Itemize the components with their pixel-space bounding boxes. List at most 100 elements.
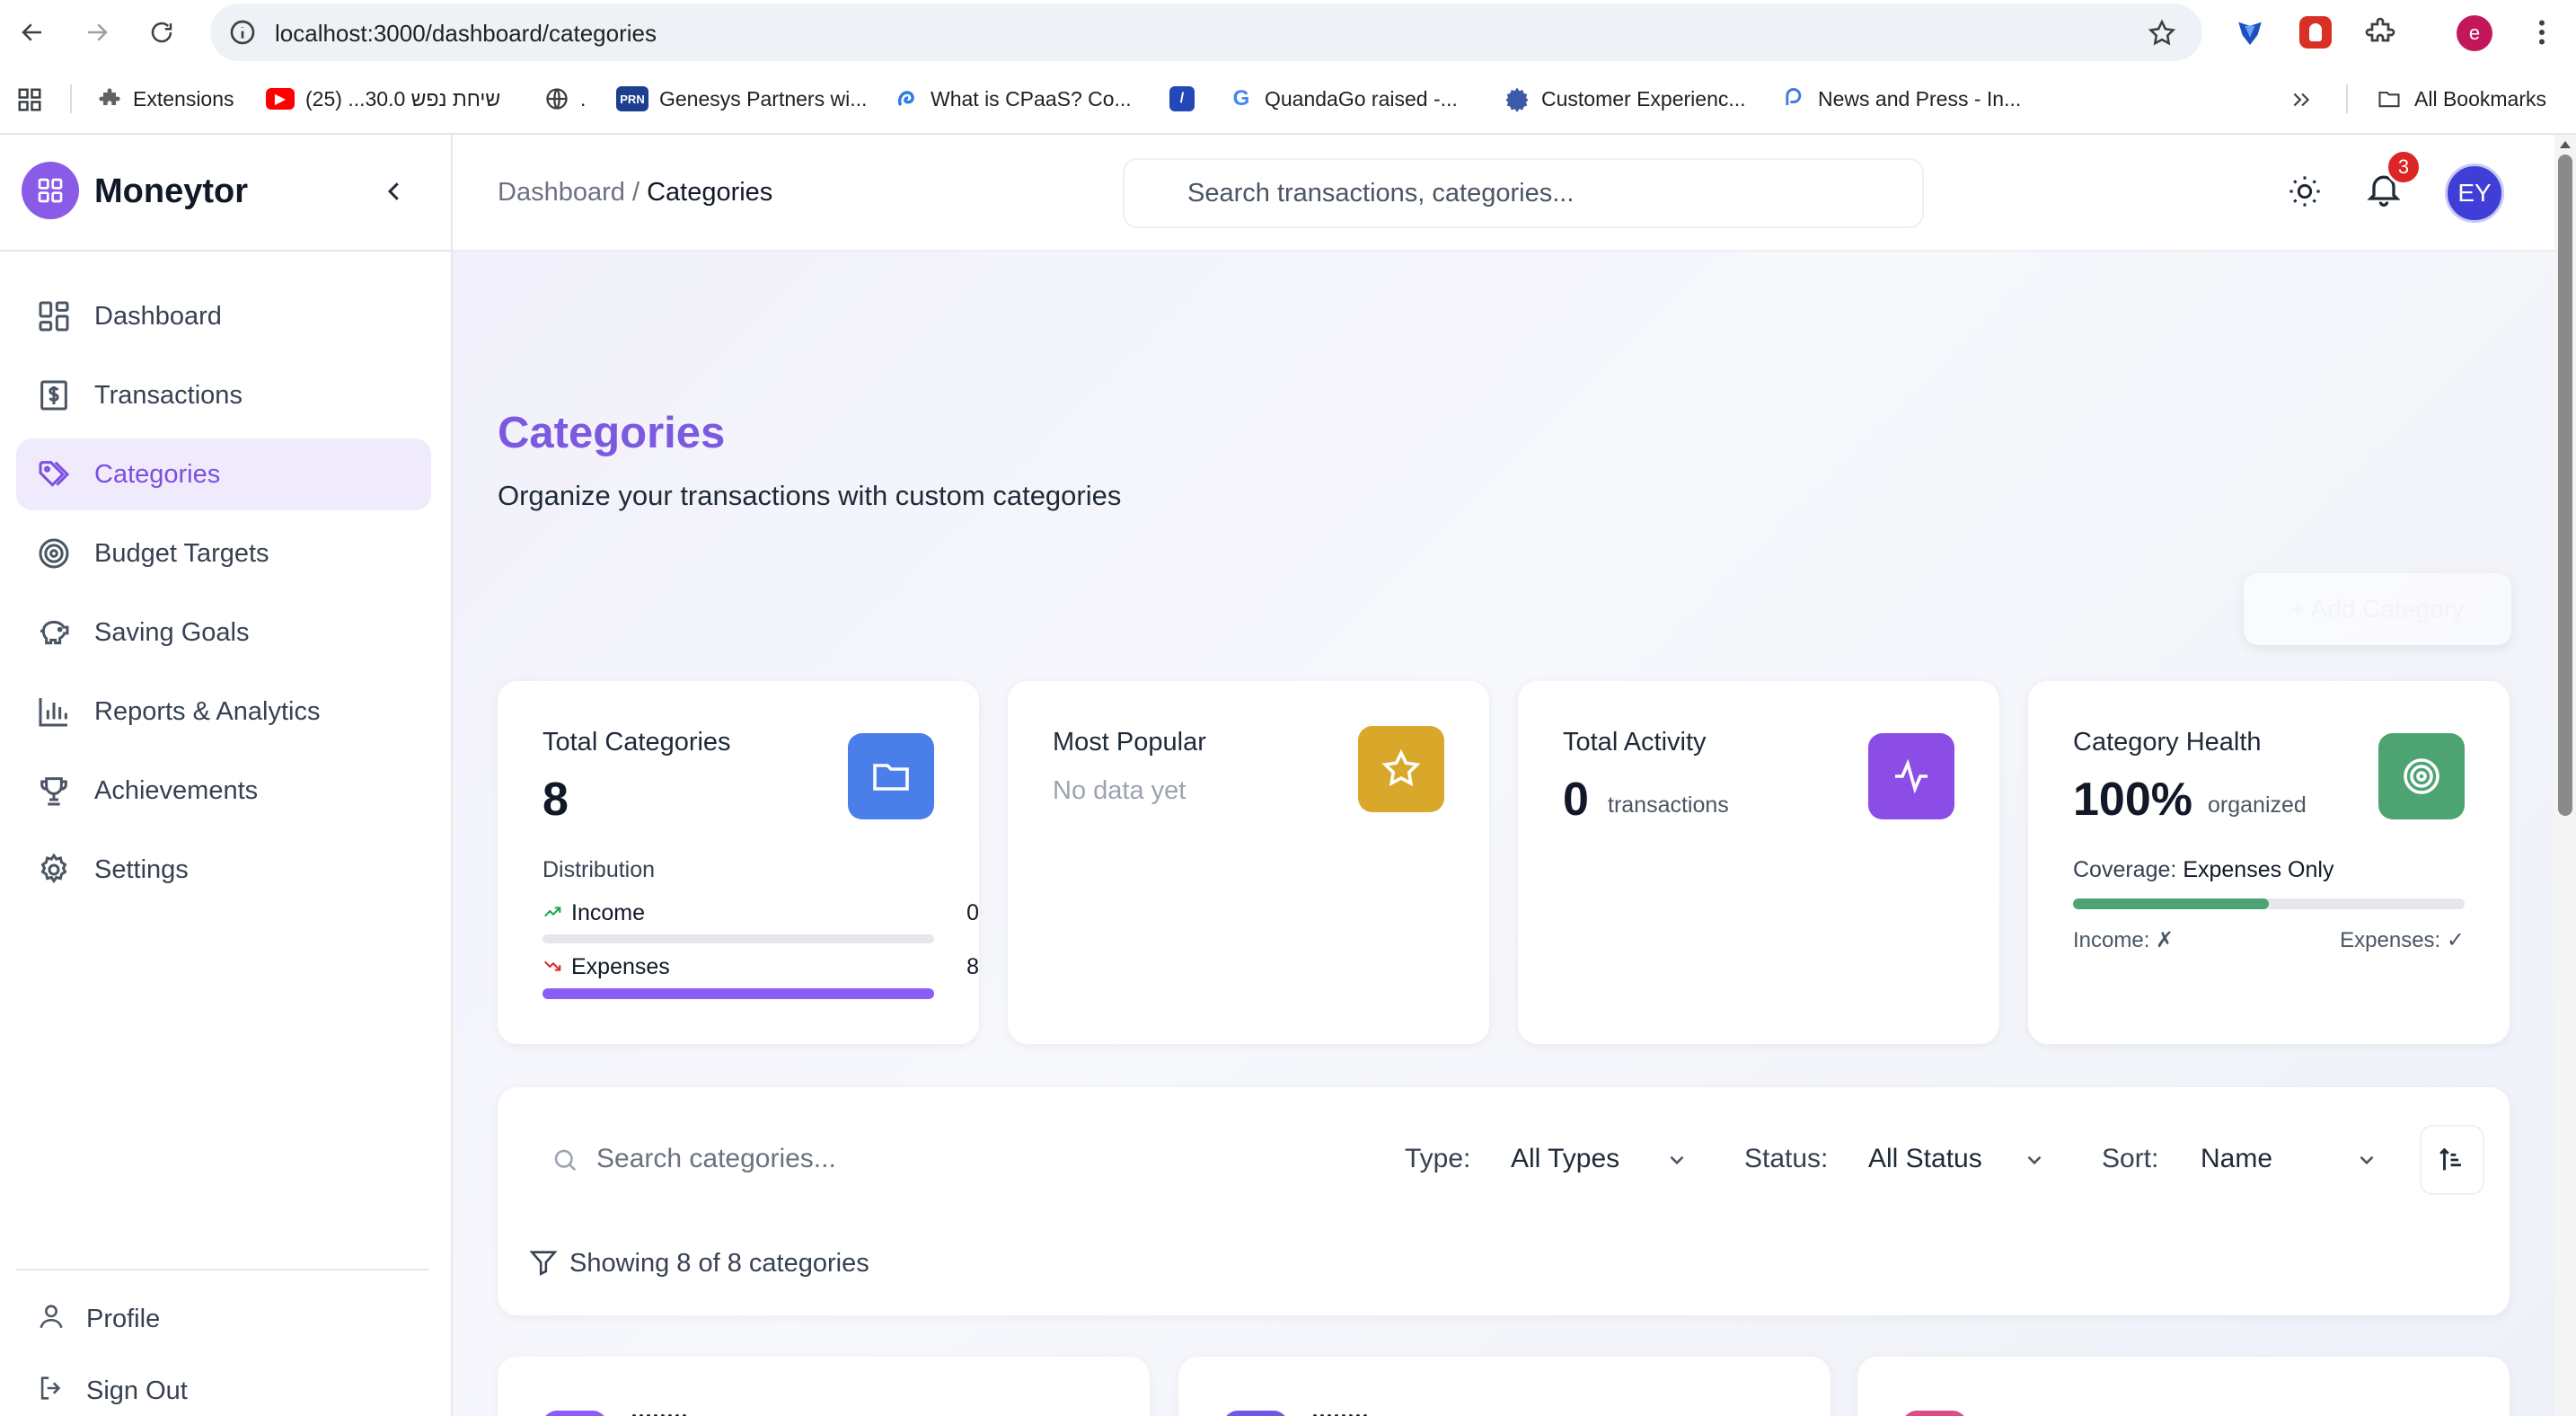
- bookmark-youtube[interactable]: ▶ שיחת נפש 30.0... (25): [266, 75, 500, 122]
- add-category-button[interactable]: + Add Category: [2244, 573, 2511, 645]
- category-card[interactable]: [1857, 1357, 2510, 1416]
- stat-title: Category Health: [2073, 728, 2262, 757]
- page-scrollbar[interactable]: [2554, 135, 2576, 1416]
- category-search-placeholder: Search categories...: [596, 1144, 836, 1173]
- sidebar-item-categories[interactable]: Categories: [16, 438, 431, 510]
- sort-value: Name: [2201, 1144, 2273, 1173]
- type-filter-select[interactable]: All Types: [1487, 1123, 1712, 1197]
- category-search-input[interactable]: Search categories...: [530, 1123, 1378, 1197]
- bookmarks-bar: Extensions ▶ שיחת נפש 30.0... (25) . PRN…: [0, 75, 2576, 122]
- sort-ascending-icon: [2439, 1147, 2461, 1171]
- category-card[interactable]: [1178, 1357, 1831, 1416]
- sidebar-item-saving-goals[interactable]: Saving Goals: [16, 597, 431, 668]
- scroll-up-icon[interactable]: [2559, 140, 2572, 149]
- sidebar-item-transactions[interactable]: Transactions: [16, 359, 431, 431]
- income-status: Income: ✗: [2073, 928, 2175, 952]
- apps-grid-icon[interactable]: [16, 86, 43, 113]
- bookmark-quandago[interactable]: G QuandaGo raised -...: [1229, 75, 1458, 122]
- page-subtitle: Organize your transactions with custom c…: [498, 480, 1122, 511]
- sidebar-item-settings[interactable]: Settings: [16, 834, 431, 906]
- theme-toggle-icon[interactable]: [2287, 173, 2323, 209]
- status-filter-label: Status:: [1744, 1144, 1829, 1173]
- chevron-down-icon: [2027, 1155, 2042, 1165]
- collapse-sidebar-icon[interactable]: [381, 178, 408, 205]
- sidebar-item-label: Dashboard: [94, 302, 222, 331]
- bookmark-extensions[interactable]: Extensions: [97, 75, 234, 122]
- income-count: 0: [966, 900, 979, 925]
- sidebar-divider: [16, 1269, 429, 1270]
- bookmark-blue-square[interactable]: /: [1169, 75, 1195, 122]
- extensions-puzzle-icon[interactable]: [2364, 16, 2396, 49]
- sort-direction-button[interactable]: [2420, 1125, 2484, 1195]
- global-search-input[interactable]: Search transactions, categories...: [1123, 158, 1924, 228]
- url-text[interactable]: localhost:3000/dashboard/categories: [275, 20, 657, 48]
- bookmark-label: Genesys Partners wi...: [659, 86, 868, 111]
- notifications-button[interactable]: 3: [2364, 149, 2422, 214]
- app-logo: [22, 162, 79, 219]
- swirl-icon: [897, 91, 914, 107]
- breadcrumb-separator: /: [631, 178, 640, 207]
- filter-icon: [529, 1251, 558, 1276]
- sidebar-item-reports-analytics[interactable]: Reports & Analytics: [16, 676, 431, 748]
- star-icon-tile: [1358, 726, 1444, 812]
- app-name: Moneytor: [94, 173, 248, 210]
- page-title: Categories: [498, 409, 726, 457]
- status-filter-select[interactable]: All Status: [1845, 1123, 2069, 1197]
- sidebar-item-achievements[interactable]: Achievements: [16, 755, 431, 827]
- sort-select[interactable]: Name: [2177, 1123, 2402, 1197]
- distribution-label: Distribution: [543, 857, 656, 882]
- bookmarks-divider: [2346, 84, 2348, 113]
- scrollbar-thumb[interactable]: [2558, 155, 2572, 816]
- extension-shield-icon[interactable]: [2235, 16, 2265, 49]
- stat-unit: transactions: [1608, 792, 1729, 818]
- trending-down-icon: [544, 960, 561, 971]
- bookmark-globe[interactable]: .: [544, 75, 586, 122]
- bar-chart-icon: [39, 698, 67, 727]
- category-icon-tile: [543, 1411, 607, 1416]
- bookmark-genesys[interactable]: PRN Genesys Partners wi...: [616, 75, 867, 122]
- globe-icon: [546, 88, 568, 110]
- back-button[interactable]: [13, 13, 52, 52]
- bookmark-label: News and Press - In...: [1818, 86, 2022, 111]
- bookmark-cpaas[interactable]: What is CPaaS? Co...: [895, 75, 1132, 122]
- sidebar-item-label: Settings: [94, 855, 189, 884]
- extension-adblock-icon[interactable]: [2299, 16, 2332, 49]
- logo-grid-icon: [38, 178, 63, 203]
- profile-link[interactable]: Profile: [16, 1287, 431, 1350]
- star-icon: [1381, 748, 1421, 787]
- bookmark-customer-experience[interactable]: Customer Experienc...: [1504, 75, 1746, 122]
- main-content: Dashboard / Categories Search transactio…: [453, 135, 2554, 1416]
- stat-card-most-popular: Most Popular No data yet: [1008, 681, 1489, 1044]
- more-bookmarks-icon[interactable]: [2289, 88, 2314, 111]
- address-bar[interactable]: localhost:3000/dashboard/categories: [210, 4, 2202, 61]
- browser-profile-avatar[interactable]: e: [2457, 15, 2492, 51]
- all-bookmarks-label: All Bookmarks: [2414, 86, 2546, 111]
- bookmark-label: .: [580, 86, 587, 111]
- stat-value: No data yet: [1053, 776, 1187, 805]
- forward-button[interactable]: [77, 13, 117, 52]
- bookmark-news-press[interactable]: News and Press - In...: [1782, 75, 2021, 122]
- sidebar-item-dashboard[interactable]: Dashboard: [16, 280, 431, 352]
- browser-menu-icon[interactable]: [2526, 16, 2558, 49]
- site-info-icon[interactable]: [228, 18, 257, 47]
- gear-icon: [40, 853, 67, 884]
- stat-title: Total Categories: [543, 728, 731, 757]
- category-card[interactable]: [498, 1357, 1150, 1416]
- bookmark-star-icon[interactable]: [2147, 18, 2177, 49]
- sidebar-item-label: Achievements: [94, 776, 259, 805]
- coverage-progress-fill: [2073, 898, 2269, 909]
- breadcrumb: Dashboard / Categories: [498, 178, 772, 208]
- sidebar-item-label: Categories: [94, 460, 221, 489]
- user-avatar[interactable]: EY: [2445, 164, 2504, 223]
- sign-out-button[interactable]: Sign Out: [16, 1358, 431, 1416]
- all-bookmarks-button[interactable]: All Bookmarks: [2375, 75, 2546, 122]
- user-icon: [40, 1305, 63, 1329]
- breadcrumb-parent[interactable]: Dashboard: [498, 178, 625, 207]
- target-icon-tile: [2378, 733, 2465, 819]
- prn-icon: PRN: [616, 86, 648, 111]
- sidebar-item-budget-targets[interactable]: Budget Targets: [16, 518, 431, 589]
- reload-button[interactable]: [142, 13, 181, 52]
- sign-out-label: Sign Out: [86, 1376, 188, 1405]
- activity-icon: [1895, 758, 1928, 794]
- receipt-icon: [40, 380, 67, 411]
